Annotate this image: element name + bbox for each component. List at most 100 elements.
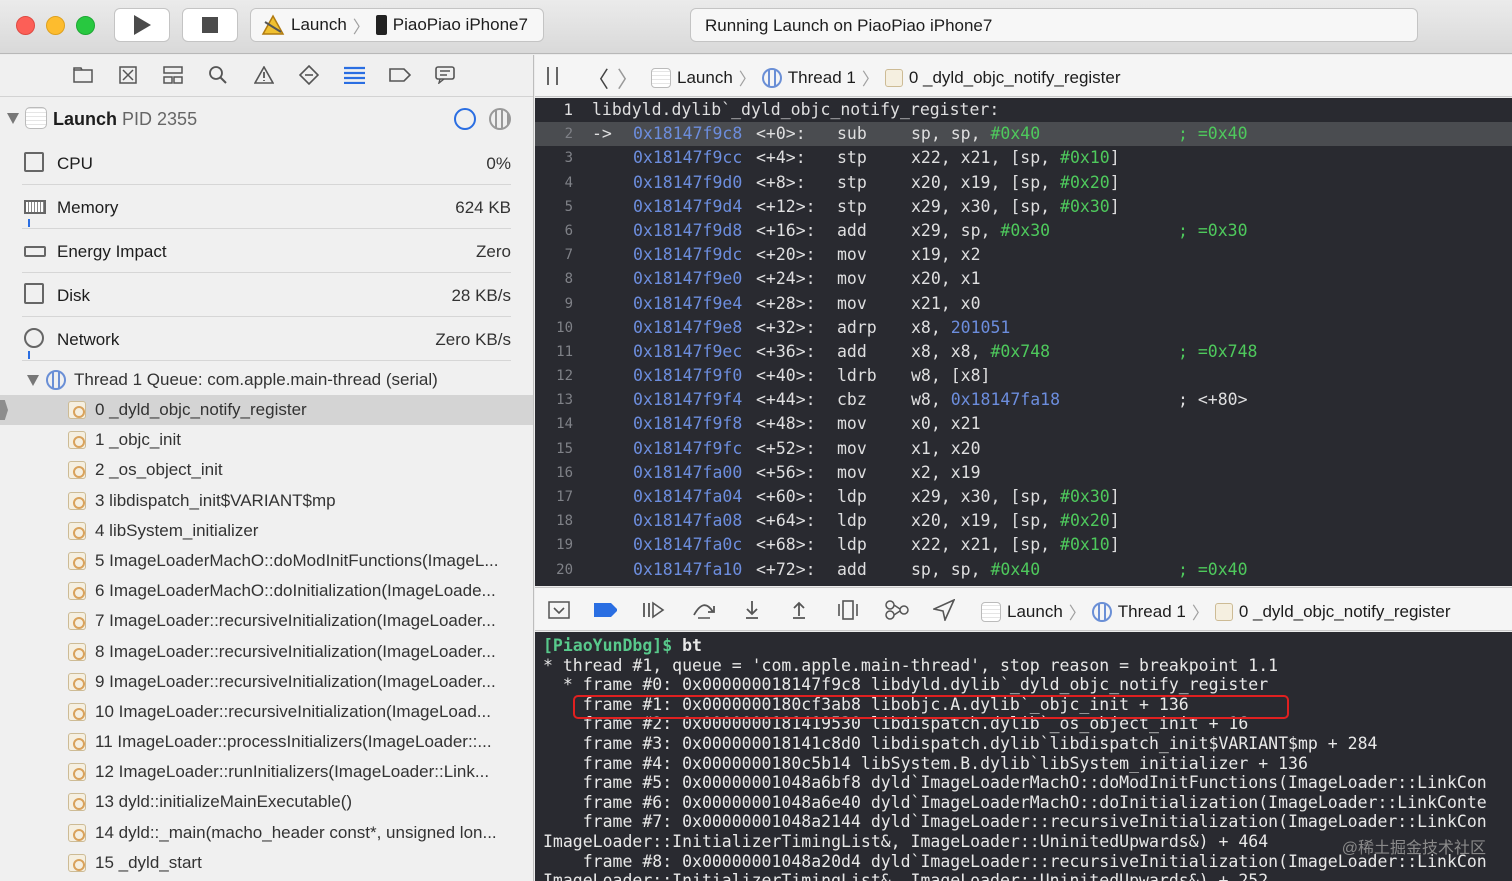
step-over-icon[interactable] [692, 600, 716, 620]
instruction-operands: x8, 201051 [911, 316, 1010, 340]
stack-frame[interactable]: 8 ImageLoader::recursiveInitialization(I… [0, 637, 533, 667]
instruction-opcode: stp [837, 148, 867, 168]
thread-icon [761, 67, 782, 88]
highlight-box [573, 695, 1289, 719]
operand-registers: x29, sp, [911, 220, 1001, 240]
disclosure-triangle-icon[interactable] [7, 113, 19, 124]
report-navigator-icon[interactable] [434, 65, 456, 85]
breadcrumb-item[interactable]: Launch [677, 68, 733, 88]
xcode-window: Launch 〉 PiaoPiao iPhone7 Running Launch… [0, 0, 1512, 881]
stack-frame[interactable]: 13 dyld::initializeMainExecutable() [0, 787, 533, 817]
line-number: 8 [564, 271, 573, 288]
frame-label: 15 _dyld_start [95, 852, 202, 872]
operand-registers: x0, x21 [911, 414, 981, 434]
stack-frame[interactable]: 5 ImageLoaderMachO::doModInitFunctions(I… [0, 546, 533, 576]
disassembly-editor[interactable]: 1 libdyld.dylib`_dyld_objc_notify_registe… [535, 98, 1512, 586]
stack-frame[interactable]: 6 ImageLoaderMachO::doInitialization(Ima… [0, 576, 533, 606]
breakpoint-navigator-icon[interactable] [389, 65, 411, 85]
breadcrumb-item[interactable]: Thread 1 [1118, 602, 1186, 622]
debug-breadcrumb: Launch 〉 Thread 1 〉 0 _dyld_objc_notify_… [981, 599, 1451, 624]
thread-row[interactable]: Thread 1 Queue: com.apple.main-thread (s… [0, 365, 533, 395]
stack-frame[interactable]: 9 ImageLoader::recursiveInitialization(I… [0, 667, 533, 697]
search-icon[interactable] [207, 65, 229, 85]
warning-icon[interactable] [253, 65, 275, 85]
stack-frame[interactable]: 1 _objc_init [0, 425, 533, 455]
gauge-energy[interactable]: Energy Impact Zero [22, 229, 511, 273]
gauge-value: 28 KB/s [451, 286, 511, 305]
back-icon[interactable]: 〈 [587, 62, 609, 94]
instruction-offset: <+56>: [756, 462, 816, 482]
line-number: 7 [564, 247, 573, 264]
instruction-operands: x29, x30, [sp, #0x30] [911, 485, 1120, 509]
memory-usage-indicator [28, 219, 30, 227]
code-line: 7 0x18147f9dc <+20>: mov x19, x2 [535, 243, 1512, 267]
instruction-opcode: stp [837, 196, 867, 216]
stack-frame[interactable]: 3 libdispatch_init$VARIANT$mp [0, 486, 533, 516]
breakpoints-toggle-icon[interactable] [593, 600, 617, 620]
test-diamond-icon[interactable] [298, 65, 320, 85]
minimize-window-button[interactable] [46, 16, 65, 35]
stack-frame[interactable]: 2 _os_object_init [0, 455, 533, 485]
cpu-icon [24, 152, 44, 172]
instruction-opcode: adrp [837, 317, 877, 337]
code-line: 20 0x18147fa10 <+72>: add sp, sp, #0x40 ; =0x… [535, 558, 1512, 582]
stack-frame[interactable]: 11 ImageLoader::processInitializers(Imag… [0, 727, 533, 757]
simulate-location-icon[interactable] [932, 599, 956, 621]
stack-frame[interactable]: 10 ImageLoader::recursiveInitialization(… [0, 697, 533, 727]
step-into-icon[interactable] [740, 600, 764, 620]
run-button[interactable] [114, 8, 170, 42]
memory-graph-icon[interactable] [885, 600, 909, 620]
instruction-opcode: mov [837, 462, 867, 482]
stop-button[interactable] [182, 8, 238, 42]
folder-icon[interactable] [72, 65, 94, 85]
stack-frame[interactable]: 7 ImageLoader::recursiveInitialization(I… [0, 606, 533, 636]
code-line: 2 -> 0x18147f9c8 <+0>: sub sp, sp, #0x40 ; =0x… [535, 122, 1512, 147]
breadcrumb-item[interactable]: Thread 1 [788, 68, 856, 88]
frame-label: 13 dyld::initializeMainExecutable() [95, 792, 353, 812]
gauge-disk[interactable]: Disk 28 KB/s [22, 273, 511, 317]
symbol-navigator-icon[interactable] [162, 65, 184, 85]
code-line: 19 0x18147fa0c <+68>: ldp x22, x21, [sp, #0x… [535, 533, 1512, 557]
gauge-memory[interactable]: Memory 624 KB [22, 185, 511, 229]
breadcrumb-item[interactable]: 0 _dyld_objc_notify_register [1239, 602, 1451, 622]
stack-frame[interactable]: 15 _dyld_start [0, 848, 533, 878]
process-row[interactable]: Launch PID 2355 [0, 97, 533, 141]
globe-icon [24, 328, 44, 348]
gauge-cpu[interactable]: CPU 0% [22, 141, 511, 185]
gauge-toggle-icon[interactable] [454, 108, 476, 130]
forward-icon[interactable]: 〉 [617, 62, 639, 94]
breadcrumb-item[interactable]: Launch [1007, 602, 1063, 622]
debug-view-hierarchy-icon[interactable] [836, 600, 860, 620]
disclosure-triangle-icon[interactable] [27, 375, 39, 386]
network-usage-indicator [28, 351, 30, 359]
scheme-selector[interactable]: Launch 〉 PiaoPiao iPhone7 [250, 8, 544, 42]
debug-navigator-icon[interactable] [343, 65, 365, 85]
stack-frame[interactable]: 0 _dyld_objc_notify_register [0, 395, 533, 426]
instruction-operands: x22, x21, [sp, #0x10] [911, 533, 1120, 557]
scheme-device: PiaoPiao iPhone7 [392, 15, 528, 34]
operand-immediate: #0x748 [990, 341, 1051, 361]
breadcrumb-item[interactable]: 0 _dyld_objc_notify_register [909, 68, 1121, 88]
instruction-operands: w8, [x8] [911, 364, 990, 388]
step-out-icon[interactable] [787, 600, 811, 620]
instruction-offset: <+0>: [756, 124, 806, 144]
source-control-icon[interactable] [117, 65, 139, 85]
instruction-operands: x29, sp, #0x30 [911, 219, 1050, 243]
stack-frame[interactable]: 14 dyld::_main(macho_header const*, unsi… [0, 818, 533, 848]
stack-frame[interactable]: 4 libSystem_initializer [0, 516, 533, 546]
code-line: 14 0x18147f9f8 <+48>: mov x0, x21 [535, 412, 1512, 436]
stack-frame[interactable]: 12 ImageLoader::runInitializers(ImageLoa… [0, 757, 533, 787]
thread-list-icon[interactable] [489, 108, 511, 130]
scheme-target: Launch [291, 15, 347, 34]
gauge-network[interactable]: Network Zero KB/s [22, 317, 511, 361]
close-window-button[interactable] [16, 16, 35, 35]
related-items-icon[interactable] [547, 67, 567, 85]
current-instruction-marker: -> [592, 124, 612, 144]
hide-debug-area-icon[interactable] [547, 600, 571, 620]
continue-icon[interactable] [642, 600, 666, 620]
zoom-window-button[interactable] [76, 16, 95, 35]
line-number: 19 [556, 537, 573, 554]
stack-frame-icon [68, 642, 86, 661]
stack-frame-icon [68, 612, 86, 631]
console-line: * frame #0: 0x000000018147f9c8 libdyld.d… [543, 675, 1269, 695]
